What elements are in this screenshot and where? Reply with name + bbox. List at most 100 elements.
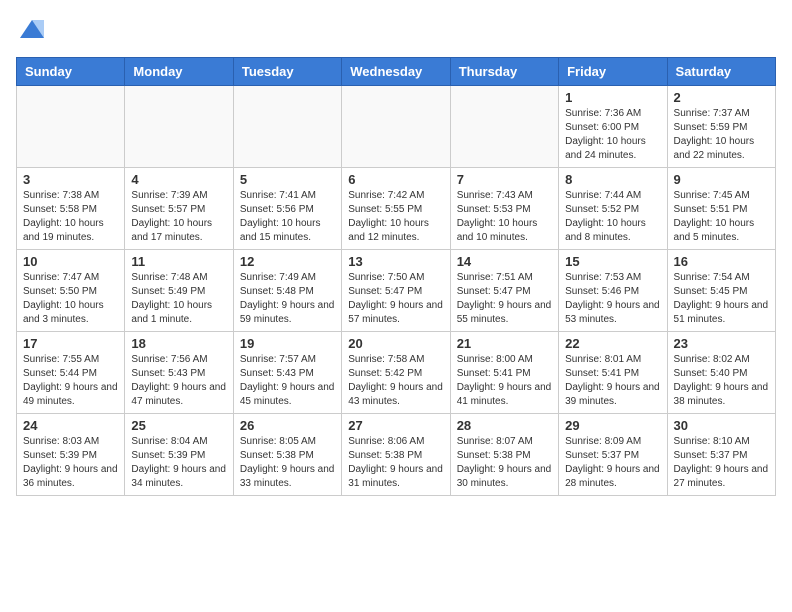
- day-info: Sunrise: 7:58 AM Sunset: 5:42 PM Dayligh…: [348, 353, 443, 409]
- calendar-cell: 1 Sunrise: 7:36 AM Sunset: 6:00 PM Daylig…: [559, 86, 667, 168]
- calendar-cell: 27 Sunrise: 8:06 AM Sunset: 5:38 PM Dayli…: [342, 414, 450, 496]
- page-header: [16, 16, 776, 49]
- day-number: 22: [565, 336, 660, 351]
- day-number: 24: [23, 418, 118, 433]
- day-info: Sunrise: 7:41 AM Sunset: 5:56 PM Dayligh…: [240, 189, 335, 245]
- day-info: Sunrise: 7:57 AM Sunset: 5:43 PM Dayligh…: [240, 353, 335, 409]
- calendar-cell: 15 Sunrise: 7:53 AM Sunset: 5:46 PM Dayli…: [559, 250, 667, 332]
- calendar-cell: 4 Sunrise: 7:39 AM Sunset: 5:57 PM Daylig…: [125, 168, 233, 250]
- calendar-cell: 23 Sunrise: 8:02 AM Sunset: 5:40 PM Dayli…: [667, 332, 775, 414]
- day-number: 20: [348, 336, 443, 351]
- day-info: Sunrise: 7:37 AM Sunset: 5:59 PM Dayligh…: [674, 107, 769, 163]
- calendar-cell: [125, 86, 233, 168]
- calendar-cell: 12Sunrise: 7:49 AM Sunset: 5:48 PM Dayli…: [233, 250, 341, 332]
- calendar-week-3: 10 Sunrise: 7:47 AM Sunset: 5:50 PM Dayli…: [17, 250, 776, 332]
- day-number: 3: [23, 172, 118, 187]
- day-info: Sunrise: 8:03 AM Sunset: 5:39 PM Dayligh…: [23, 435, 118, 491]
- day-number: 26: [240, 418, 335, 433]
- calendar-cell: 8 Sunrise: 7:44 AM Sunset: 5:52 PM Daylig…: [559, 168, 667, 250]
- calendar-cell: [233, 86, 341, 168]
- calendar-cell: 6Sunrise: 7:42 AM Sunset: 5:55 PM Daylig…: [342, 168, 450, 250]
- day-number: 28: [457, 418, 552, 433]
- day-info: Sunrise: 7:45 AM Sunset: 5:51 PM Dayligh…: [674, 189, 769, 245]
- day-info: Sunrise: 8:04 AM Sunset: 5:39 PM Dayligh…: [131, 435, 226, 491]
- day-number: 1: [565, 90, 660, 105]
- day-info: Sunrise: 8:07 AM Sunset: 5:38 PM Dayligh…: [457, 435, 552, 491]
- day-info: Sunrise: 8:10 AM Sunset: 5:37 PM Dayligh…: [674, 435, 769, 491]
- day-info: Sunrise: 7:53 AM Sunset: 5:46 PM Dayligh…: [565, 271, 660, 327]
- calendar-cell: 18 Sunrise: 7:56 AM Sunset: 5:43 PM Dayli…: [125, 332, 233, 414]
- calendar-cell: 21 Sunrise: 8:00 AM Sunset: 5:41 PM Dayli…: [450, 332, 558, 414]
- day-number: 21: [457, 336, 552, 351]
- day-info: Sunrise: 8:00 AM Sunset: 5:41 PM Dayligh…: [457, 353, 552, 409]
- day-number: 19: [240, 336, 335, 351]
- day-number: 4: [131, 172, 226, 187]
- weekday-header-tuesday: Tuesday: [233, 58, 341, 86]
- day-info: Sunrise: 8:02 AM Sunset: 5:40 PM Dayligh…: [674, 353, 769, 409]
- calendar-cell: 10 Sunrise: 7:47 AM Sunset: 5:50 PM Dayli…: [17, 250, 125, 332]
- calendar-cell: 5Sunrise: 7:41 AM Sunset: 5:56 PM Daylig…: [233, 168, 341, 250]
- day-info: Sunrise: 7:39 AM Sunset: 5:57 PM Dayligh…: [131, 189, 226, 245]
- calendar-cell: 16 Sunrise: 7:54 AM Sunset: 5:45 PM Dayli…: [667, 250, 775, 332]
- day-info: Sunrise: 8:01 AM Sunset: 5:41 PM Dayligh…: [565, 353, 660, 409]
- calendar-cell: 3 Sunrise: 7:38 AM Sunset: 5:58 PM Daylig…: [17, 168, 125, 250]
- calendar-cell: 30 Sunrise: 8:10 AM Sunset: 5:37 PM Dayli…: [667, 414, 775, 496]
- day-number: 6: [348, 172, 443, 187]
- calendar-week-1: 1 Sunrise: 7:36 AM Sunset: 6:00 PM Daylig…: [17, 86, 776, 168]
- day-info: Sunrise: 7:51 AM Sunset: 5:47 PM Dayligh…: [457, 271, 552, 327]
- calendar-cell: 28 Sunrise: 8:07 AM Sunset: 5:38 PM Dayli…: [450, 414, 558, 496]
- day-info: Sunrise: 7:44 AM Sunset: 5:52 PM Dayligh…: [565, 189, 660, 245]
- day-number: 8: [565, 172, 660, 187]
- logo: [16, 16, 46, 49]
- day-number: 17: [23, 336, 118, 351]
- calendar-cell: 24 Sunrise: 8:03 AM Sunset: 5:39 PM Dayli…: [17, 414, 125, 496]
- day-info: Sunrise: 7:47 AM Sunset: 5:50 PM Dayligh…: [23, 271, 118, 327]
- day-info: Sunrise: 7:49 AM Sunset: 5:48 PM Dayligh…: [240, 271, 335, 327]
- day-number: 16: [674, 254, 769, 269]
- logo-icon: [18, 16, 46, 44]
- day-number: 9: [674, 172, 769, 187]
- calendar-week-4: 17 Sunrise: 7:55 AM Sunset: 5:44 PM Dayli…: [17, 332, 776, 414]
- day-number: 10: [23, 254, 118, 269]
- day-number: 18: [131, 336, 226, 351]
- day-info: Sunrise: 7:43 AM Sunset: 5:53 PM Dayligh…: [457, 189, 552, 245]
- day-info: Sunrise: 7:56 AM Sunset: 5:43 PM Dayligh…: [131, 353, 226, 409]
- day-number: 14: [457, 254, 552, 269]
- day-number: 25: [131, 418, 226, 433]
- day-info: Sunrise: 7:38 AM Sunset: 5:58 PM Dayligh…: [23, 189, 118, 245]
- calendar-cell: 13Sunrise: 7:50 AM Sunset: 5:47 PM Dayli…: [342, 250, 450, 332]
- calendar-cell: [450, 86, 558, 168]
- day-number: 27: [348, 418, 443, 433]
- day-number: 2: [674, 90, 769, 105]
- day-number: 23: [674, 336, 769, 351]
- weekday-header-saturday: Saturday: [667, 58, 775, 86]
- calendar-cell: 25 Sunrise: 8:04 AM Sunset: 5:39 PM Dayli…: [125, 414, 233, 496]
- day-number: 7: [457, 172, 552, 187]
- day-info: Sunrise: 7:54 AM Sunset: 5:45 PM Dayligh…: [674, 271, 769, 327]
- calendar-cell: 11 Sunrise: 7:48 AM Sunset: 5:49 PM Dayli…: [125, 250, 233, 332]
- day-info: Sunrise: 7:36 AM Sunset: 6:00 PM Dayligh…: [565, 107, 660, 163]
- calendar-table: SundayMondayTuesdayWednesdayThursdayFrid…: [16, 57, 776, 496]
- day-number: 30: [674, 418, 769, 433]
- day-number: 13: [348, 254, 443, 269]
- weekday-header-thursday: Thursday: [450, 58, 558, 86]
- calendar-cell: 29Sunrise: 8:09 AM Sunset: 5:37 PM Dayli…: [559, 414, 667, 496]
- calendar-cell: 20 Sunrise: 7:58 AM Sunset: 5:42 PM Dayli…: [342, 332, 450, 414]
- weekday-header-monday: Monday: [125, 58, 233, 86]
- calendar-cell: 14 Sunrise: 7:51 AM Sunset: 5:47 PM Dayli…: [450, 250, 558, 332]
- calendar-cell: [342, 86, 450, 168]
- day-number: 11: [131, 254, 226, 269]
- calendar-cell: 7 Sunrise: 7:43 AM Sunset: 5:53 PM Daylig…: [450, 168, 558, 250]
- weekday-header-row: SundayMondayTuesdayWednesdayThursdayFrid…: [17, 58, 776, 86]
- day-info: Sunrise: 7:48 AM Sunset: 5:49 PM Dayligh…: [131, 271, 226, 327]
- weekday-header-friday: Friday: [559, 58, 667, 86]
- day-number: 15: [565, 254, 660, 269]
- calendar-cell: [17, 86, 125, 168]
- calendar-cell: 22 Sunrise: 8:01 AM Sunset: 5:41 PM Dayli…: [559, 332, 667, 414]
- day-info: Sunrise: 7:55 AM Sunset: 5:44 PM Dayligh…: [23, 353, 118, 409]
- day-info: Sunrise: 8:09 AM Sunset: 5:37 PM Dayligh…: [565, 435, 660, 491]
- day-info: Sunrise: 8:06 AM Sunset: 5:38 PM Dayligh…: [348, 435, 443, 491]
- weekday-header-sunday: Sunday: [17, 58, 125, 86]
- weekday-header-wednesday: Wednesday: [342, 58, 450, 86]
- calendar-cell: 19 Sunrise: 7:57 AM Sunset: 5:43 PM Dayli…: [233, 332, 341, 414]
